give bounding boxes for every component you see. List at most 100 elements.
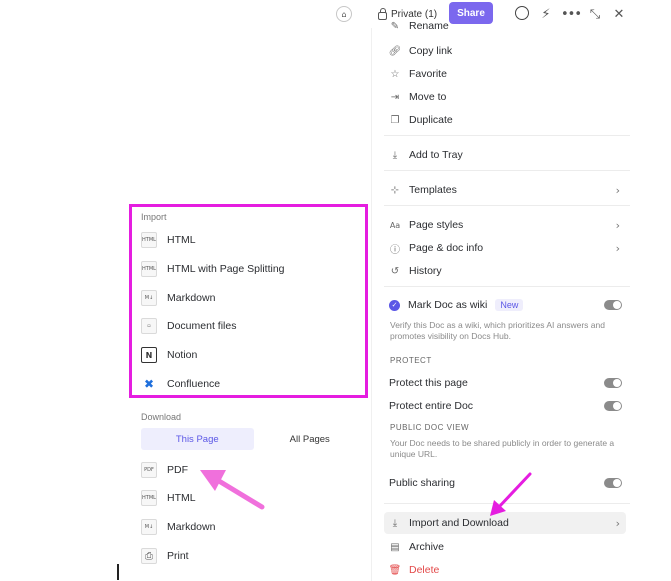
- text-style-icon: Aa: [389, 220, 401, 230]
- menu-item-archive[interactable]: ▤ Archive: [372, 536, 634, 558]
- menu-item-templates[interactable]: ⊹ Templates ›: [372, 179, 634, 201]
- menu-item-label: Protect entire Doc: [389, 400, 474, 412]
- move-icon: ⇥: [390, 91, 400, 103]
- menu-divider: [384, 135, 630, 136]
- menu-divider: [384, 503, 630, 504]
- menu-item-label: Page styles: [409, 219, 464, 231]
- menu-item-delete[interactable]: 🗑︎ Delete: [372, 559, 634, 581]
- menu-item-add-to-tray[interactable]: ⤓ Add to Tray: [372, 144, 634, 166]
- protect-doc-toggle[interactable]: [604, 401, 622, 411]
- star-icon: ☆: [390, 68, 400, 80]
- menu-item-label: Duplicate: [409, 114, 453, 126]
- public-view-description: Your Doc needs to be shared publicly in …: [390, 438, 615, 459]
- menu-item-protect-doc[interactable]: Protect entire Doc: [372, 395, 634, 417]
- tag-icon[interactable]: ⌂: [336, 6, 352, 22]
- protect-section-label: PROTECT: [390, 356, 432, 365]
- import-document-files[interactable]: ▫ Document files: [141, 316, 236, 336]
- menu-item-label: Archive: [409, 541, 445, 553]
- menu-divider: [384, 205, 630, 206]
- menu-item-label: History: [409, 265, 442, 277]
- menu-item-page-styles[interactable]: Aa Page styles ›: [372, 214, 634, 236]
- markdown-icon: M↓: [141, 519, 157, 535]
- verified-check-icon: ✓: [389, 299, 400, 311]
- menu-item-label: Mark Doc as wiki: [408, 299, 488, 311]
- download-print[interactable]: ⎙ Print: [141, 546, 189, 566]
- rename-icon: ✎: [390, 20, 400, 32]
- menu-item-label: Move to: [409, 91, 447, 103]
- html-file-icon: HTML: [141, 490, 157, 506]
- menu-item-label: Copy link: [409, 45, 453, 57]
- html-file-icon: HTML: [141, 261, 157, 277]
- lock-icon: [378, 7, 387, 20]
- menu-item-page-doc-info[interactable]: ⓘ Page & doc info ›: [372, 237, 634, 259]
- menu-item-duplicate[interactable]: ❐ Duplicate: [372, 109, 634, 131]
- menu-item-move-to[interactable]: ⇥ Move to: [372, 86, 634, 108]
- submenu-item-label: HTML: [167, 492, 196, 504]
- chevron-right-icon: ›: [615, 218, 620, 232]
- templates-icon: ⊹: [390, 184, 400, 196]
- menu-item-history[interactable]: ↺ History: [372, 260, 634, 282]
- pdf-icon: PDF: [141, 462, 157, 478]
- menu-item-mark-wiki[interactable]: ✓ Mark Doc as wiki New: [372, 294, 634, 316]
- markdown-icon: M↓: [141, 290, 157, 306]
- archive-icon: ▤: [390, 541, 400, 553]
- menu-item-label: Favorite: [409, 68, 447, 80]
- menu-item-rename[interactable]: ✎ Rename: [372, 20, 634, 32]
- import-html[interactable]: HTML HTML: [141, 230, 196, 250]
- text-cursor: [117, 564, 119, 580]
- submenu-item-label: PDF: [167, 464, 188, 476]
- tab-this-page[interactable]: This Page: [141, 428, 254, 450]
- duplicate-icon: ❐: [390, 114, 400, 126]
- menu-divider: [384, 170, 630, 171]
- download-markdown[interactable]: M↓ Markdown: [141, 517, 215, 537]
- menu-item-favorite[interactable]: ☆ Favorite: [372, 63, 634, 85]
- import-confluence[interactable]: ✖ Confluence: [141, 374, 220, 394]
- tray-icon: ⤓: [392, 149, 398, 161]
- submenu-item-label: Document files: [167, 320, 237, 332]
- submenu-item-label: Notion: [167, 349, 198, 361]
- menu-item-label: Delete: [409, 564, 440, 576]
- comment-icon[interactable]: [515, 6, 529, 20]
- wiki-toggle[interactable]: [604, 300, 622, 310]
- import-notion[interactable]: N Notion: [141, 345, 197, 365]
- doc-options-menu: ✎ Rename 🔗︎ Copy link ☆ Favorite ⇥ Move …: [371, 20, 634, 581]
- menu-item-label: Add to Tray: [409, 149, 463, 161]
- import-section-label: Import: [141, 212, 167, 222]
- new-badge: New: [495, 299, 524, 311]
- submenu-item-label: HTML with Page Splitting: [167, 263, 285, 275]
- menu-divider: [384, 286, 630, 287]
- submenu-item-label: Confluence: [167, 378, 221, 390]
- html-file-icon: HTML: [141, 232, 157, 248]
- submenu-item-label: Markdown: [167, 521, 216, 533]
- menu-item-protect-page[interactable]: Protect this page: [372, 372, 634, 394]
- menu-item-label: Protect this page: [389, 377, 468, 389]
- info-icon: ⓘ: [390, 244, 400, 256]
- menu-item-label: Page & doc info: [409, 242, 484, 254]
- import-html-page-splitting[interactable]: HTML HTML with Page Splitting: [141, 259, 285, 279]
- submenu-item-label: Markdown: [167, 292, 216, 304]
- confluence-icon: ✖: [143, 377, 155, 391]
- protect-page-toggle[interactable]: [604, 378, 622, 388]
- link-icon: 🔗︎: [388, 45, 402, 57]
- menu-item-label: Public sharing: [389, 477, 455, 489]
- download-html[interactable]: HTML HTML: [141, 488, 196, 508]
- public-view-section-label: PUBLIC DOC VIEW: [390, 423, 470, 432]
- import-download-submenu: Import HTML HTML HTML HTML with Page Spl…: [131, 204, 368, 581]
- import-markdown[interactable]: M↓ Markdown: [141, 288, 215, 308]
- notion-icon: N: [141, 347, 157, 363]
- menu-item-copy-link[interactable]: 🔗︎ Copy link: [372, 40, 634, 62]
- menu-item-label: Templates: [409, 184, 457, 196]
- download-pdf[interactable]: PDF PDF: [141, 460, 188, 480]
- public-sharing-toggle[interactable]: [604, 478, 622, 488]
- menu-item-public-sharing[interactable]: Public sharing: [372, 472, 634, 494]
- menu-item-label: Rename: [409, 20, 449, 32]
- menu-item-import-download[interactable]: ⤓ Import and Download ›: [372, 512, 634, 534]
- download-section-label: Download: [141, 412, 182, 422]
- submenu-item-label: HTML: [167, 234, 196, 246]
- history-icon: ↺: [390, 265, 400, 277]
- download-icon: ⤓: [392, 517, 398, 529]
- submenu-item-label: Print: [167, 550, 189, 562]
- menu-item-label: Import and Download: [409, 517, 509, 529]
- tab-all-pages[interactable]: All Pages: [254, 428, 367, 450]
- chevron-right-icon: ›: [615, 516, 620, 530]
